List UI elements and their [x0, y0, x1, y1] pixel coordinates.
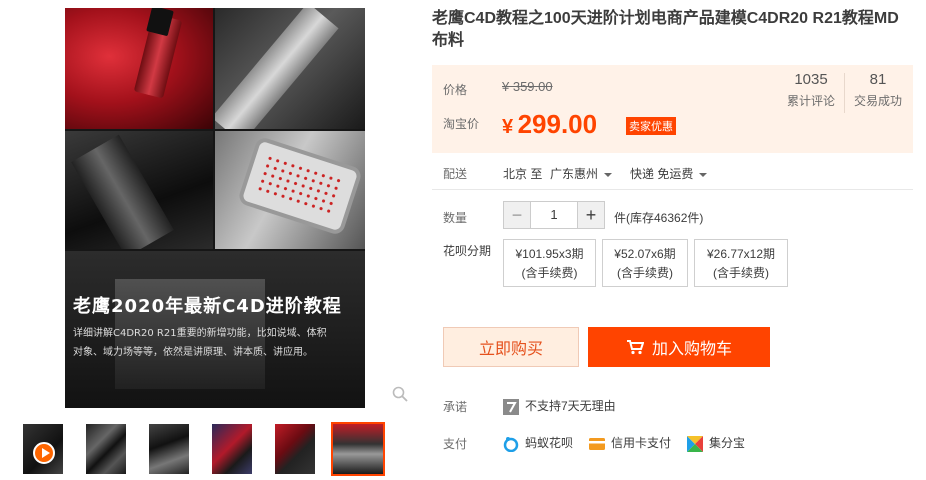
promise-label: 承诺 — [443, 400, 468, 414]
delivery-destination: 广东惠州 — [550, 167, 599, 181]
banner-title: 老鹰2020年最新C4D进阶教程 — [73, 296, 342, 317]
installment-amount: ¥26.77x12期 — [706, 247, 776, 261]
seven-day-icon — [503, 398, 519, 415]
sales-label: 交易成功 — [853, 94, 902, 108]
promise-text: 不支持7天无理由 — [525, 399, 616, 413]
huabei-icon — [503, 436, 519, 452]
price-label: 价格 — [443, 83, 468, 97]
section-divider — [432, 189, 913, 190]
payment-label: 支付 — [443, 437, 468, 451]
installment-label: 花呗分期 — [443, 244, 492, 258]
thumbnail-item[interactable] — [86, 424, 126, 474]
current-price-value: 299.00 — [517, 109, 598, 139]
increase-button[interactable]: + — [578, 202, 604, 228]
credit-card-icon — [589, 437, 605, 450]
play-icon[interactable] — [33, 442, 55, 464]
image-tile-metal-bar — [215, 8, 365, 129]
metal-bar-shape — [215, 8, 339, 129]
banner-subtitle: 详细讲解C4DR20 R21重要的新增功能，比如说域、体积 对象、域力场等等，依… — [73, 324, 357, 362]
image-banner: 老鹰2020年最新C4D进阶教程 详细讲解C4DR20 R21重要的新增功能，比… — [65, 292, 365, 362]
buy-now-button[interactable]: 立即购买 — [443, 327, 579, 367]
thumbnail-strip — [20, 422, 390, 476]
chevron-down-icon — [604, 172, 613, 177]
quantity-label: 数量 — [443, 211, 468, 225]
installment-fee: (含手续费) — [713, 266, 769, 280]
installment-amount: ¥101.95x3期 — [515, 247, 584, 261]
installment-option-12[interactable]: ¥26.77x12期 (含手续费) — [694, 239, 788, 287]
original-price: ¥ 359.00 — [502, 79, 553, 94]
reviews-stat[interactable]: 1035 累计评论 — [778, 71, 844, 109]
jifenbao-icon — [687, 435, 703, 452]
payment-method-credit-card[interactable]: 信用卡支付 — [589, 434, 671, 452]
thumbnail-item[interactable] — [275, 424, 315, 474]
product-page: 老鹰2020年最新C4D进阶教程 详细讲解C4DR20 R21重要的新增功能，比… — [0, 0, 926, 480]
delivery-destination-select[interactable]: 广东惠州 — [550, 165, 613, 182]
thumbnail-video[interactable] — [23, 424, 63, 474]
payment-method-huabei[interactable]: 蚂蚁花呗 — [503, 434, 573, 452]
dark-object-shape — [71, 134, 174, 249]
payment-method-label: 蚂蚁花呗 — [525, 436, 574, 450]
image-tile-dark-object — [65, 131, 213, 249]
device-shape — [236, 135, 364, 237]
promise-row: 承诺 不支持7天无理由 — [443, 398, 743, 416]
add-to-cart-button[interactable]: 加入购物车 — [588, 327, 770, 367]
quantity-stepper: − 1 + — [503, 201, 605, 229]
currency-symbol: ¥ — [502, 116, 514, 138]
zoom-icon[interactable] — [392, 386, 408, 402]
main-product-image[interactable]: 老鹰2020年最新C4D进阶教程 详细讲解C4DR20 R21重要的新增功能，比… — [65, 8, 365, 408]
reviews-label: 累计评论 — [786, 94, 835, 108]
chevron-down-icon — [699, 172, 708, 177]
payment-method-label: 信用卡支付 — [611, 436, 672, 450]
taobao-price-label: 淘宝价 — [443, 117, 480, 131]
sales-count: 81 — [869, 71, 887, 88]
stock-text: 件(库存46362件) — [614, 211, 704, 225]
payment-row: 支付 蚂蚁花呗 信用卡支付 集分宝 — [443, 435, 843, 453]
cart-icon — [626, 340, 644, 355]
thumbnail-item[interactable] — [149, 424, 189, 474]
installment-option-3[interactable]: ¥101.95x3期 (含手续费) — [503, 239, 596, 287]
delivery-method-select[interactable]: 快递 免运费 — [630, 165, 708, 182]
delivery-from: 北京 至 — [503, 167, 543, 181]
payment-method-label: 集分宝 — [709, 436, 746, 450]
installment-amount: ¥52.07x6期 — [614, 247, 676, 261]
delivery-label: 配送 — [443, 167, 468, 181]
image-tile-lipstick — [65, 8, 213, 129]
installment-option-6[interactable]: ¥52.07x6期 (含手续费) — [602, 239, 688, 287]
promo-badge[interactable]: 卖家优惠 — [626, 117, 676, 135]
installment-fee: (含手续费) — [617, 266, 673, 280]
installment-fee: (含手续费) — [521, 266, 578, 280]
banner-subtitle-line: 详细讲解C4DR20 R21重要的新增功能，比如说域、体积 — [73, 328, 327, 339]
payment-method-jifenbao[interactable]: 集分宝 — [687, 434, 745, 452]
quantity-input[interactable]: 1 — [530, 202, 578, 228]
promise-item[interactable]: 不支持7天无理由 — [503, 397, 616, 415]
thumbnail-item-active[interactable] — [331, 422, 385, 476]
current-price: ¥ 299.00 — [502, 109, 597, 140]
thumbnail-item[interactable] — [212, 424, 252, 474]
reviews-count: 1035 — [794, 71, 828, 88]
delivery-row: 配送 北京 至 广东惠州 快递 免运费 — [443, 165, 913, 181]
banner-subtitle-line: 对象、域力场等等，依然是讲原理、讲本质、讲应用。 — [73, 347, 313, 358]
product-title: 老鹰C4D教程之100天进阶计划电商产品建模C4DR20 R21教程MD布料 — [432, 10, 899, 49]
image-tile-device — [215, 131, 365, 249]
price-panel: 价格 ¥ 359.00 淘宝价 ¥ 299.00 卖家优惠 1035 累计评论 … — [432, 65, 913, 153]
sales-stat: 81 交易成功 — [845, 71, 911, 109]
delivery-method: 快递 免运费 — [630, 167, 694, 181]
add-to-cart-label: 加入购物车 — [651, 341, 732, 358]
decrease-button[interactable]: − — [504, 202, 530, 228]
